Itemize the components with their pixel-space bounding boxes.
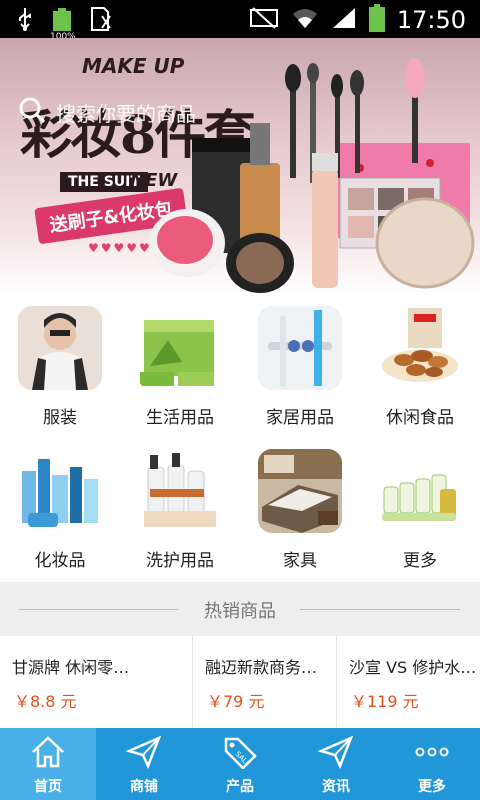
battery-icon: [368, 4, 385, 36]
category-label: 服装: [43, 408, 77, 428]
promo-banner[interactable]: MAKE UP 彩妆8件套 搜索你要的商品 THE SUIT NEW 送刷子&化…: [0, 38, 480, 295]
snacks-image: [378, 306, 462, 390]
category-item-cosmetics[interactable]: 化妆品: [0, 439, 120, 582]
search-icon: [18, 96, 46, 129]
product-card[interactable]: 沙宣 VS 修护水养洗发露 ￥119 元: [336, 636, 480, 728]
tab-label: 资讯: [322, 779, 350, 795]
tab-shops[interactable]: 商铺: [96, 728, 192, 800]
product-card[interactable]: 融迈新款商务休闲鞋 ￥79 元: [192, 636, 336, 728]
more-dots-icon: [414, 734, 450, 770]
send-icon: [318, 734, 354, 770]
status-time: 17:50: [396, 6, 466, 34]
category-label: 休闲食品: [386, 408, 454, 428]
product-price: ￥119 元: [351, 692, 419, 711]
send-icon: [126, 734, 162, 770]
section-title: 热销商品: [204, 601, 276, 622]
category-label: 生活用品: [146, 408, 214, 428]
usb-icon: [16, 6, 34, 36]
category-grid: 服装 生活用品 家居用品 休闲食品 化妆品 洗护用品 家具 更多: [0, 296, 480, 582]
category-item-more[interactable]: 更多: [360, 439, 480, 582]
bottom-tab-bar: 首页 商铺 SALE 产品 资讯 更多: [0, 728, 480, 800]
sim-icon: [90, 6, 114, 36]
hot-products-list: 甘源牌 休闲零食 兰花豆 ￥8.8 元 融迈新款商务休闲鞋 ￥79 元 沙宣 V…: [0, 636, 480, 728]
hot-products-header: 热销商品: [0, 582, 480, 636]
daily-goods-image: [138, 306, 222, 390]
tab-news[interactable]: 资讯: [288, 728, 384, 800]
more-image: [378, 449, 462, 533]
no-sim-icon: [249, 6, 279, 34]
tab-more[interactable]: 更多: [384, 728, 480, 800]
wifi-icon: [291, 6, 319, 34]
tab-label: 产品: [226, 779, 254, 795]
divider: [300, 609, 460, 610]
furniture-image: [258, 449, 342, 533]
product-card[interactable]: 甘源牌 休闲零食 兰花豆 ￥8.8 元: [0, 636, 144, 728]
tab-products[interactable]: SALE 产品: [192, 728, 288, 800]
signal-icon: [331, 6, 357, 34]
home-icon: [30, 734, 66, 770]
product-price: ￥79 元: [207, 692, 265, 711]
svg-text:SALE: SALE: [234, 750, 252, 768]
home-goods-image: [258, 306, 342, 390]
tab-label: 更多: [418, 779, 446, 795]
category-label: 化妆品: [34, 551, 86, 571]
banner-search[interactable]: 搜索你要的商品: [18, 96, 196, 129]
product-name: 甘源牌 休闲零食 兰花豆: [12, 658, 140, 677]
category-item-daily-goods[interactable]: 生活用品: [120, 296, 240, 439]
tab-label: 首页: [34, 779, 62, 795]
category-item-clothing[interactable]: 服装: [0, 296, 120, 439]
tab-home[interactable]: 首页: [0, 728, 96, 800]
category-item-home-goods[interactable]: 家居用品: [240, 296, 360, 439]
cosmetics-image: [18, 449, 102, 533]
category-label: 家居用品: [266, 408, 334, 428]
tab-label: 商铺: [130, 779, 158, 795]
category-item-furniture[interactable]: 家具: [240, 439, 360, 582]
status-bar: 100% 17:50: [0, 0, 480, 42]
care-products-image: [138, 449, 222, 533]
category-label: 洗护用品: [146, 551, 214, 571]
product-name: 融迈新款商务休闲鞋: [205, 658, 333, 677]
category-item-snacks[interactable]: 休闲食品: [360, 296, 480, 439]
battery-small-icon: 100%: [50, 8, 76, 42]
product-price: ￥8.8 元: [14, 692, 77, 711]
sale-tag-icon: SALE: [222, 734, 258, 770]
category-item-care-products[interactable]: 洗护用品: [120, 439, 240, 582]
product-name: 沙宣 VS 修护水养洗发露: [349, 658, 477, 677]
clothing-image: [18, 306, 102, 390]
category-label: 家具: [283, 551, 317, 571]
category-label: 更多: [403, 551, 437, 571]
cosmetics-illustration: [149, 58, 475, 293]
search-placeholder: 搜索你要的商品: [56, 102, 196, 126]
